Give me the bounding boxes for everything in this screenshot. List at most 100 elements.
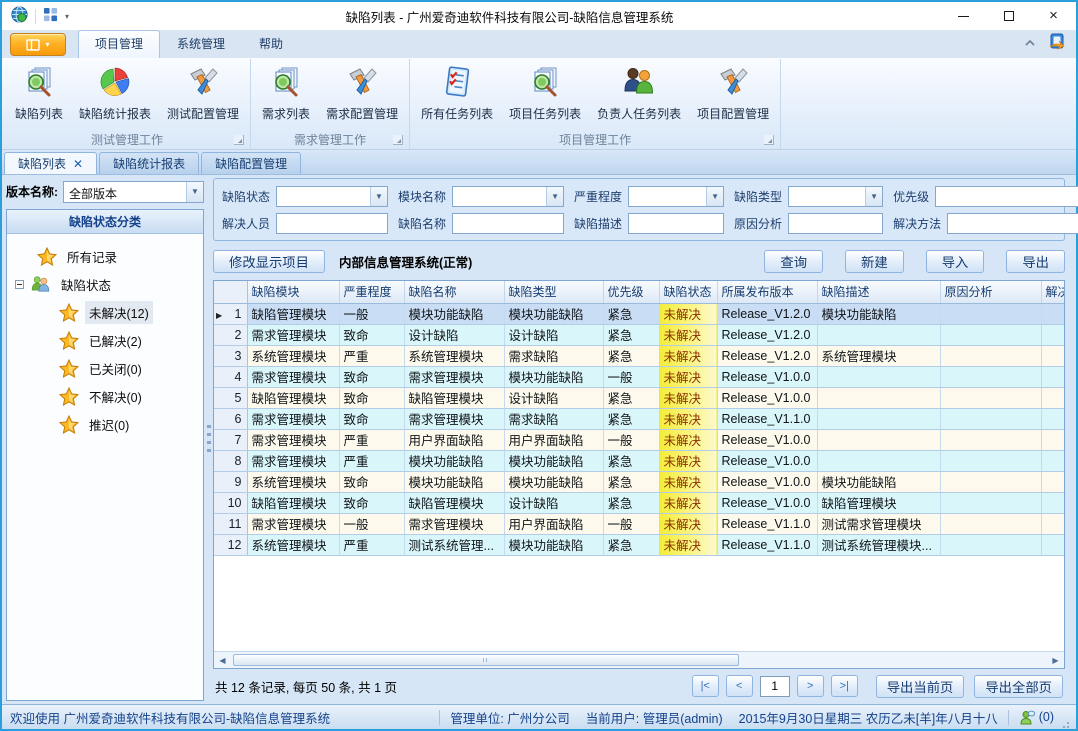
- table-row[interactable]: 3系统管理模块严重系统管理模块需求缺陷紧急未解决Release_V1.2.0系统…: [214, 345, 1065, 366]
- cell[interactable]: Release_V1.2.0: [717, 324, 817, 345]
- cell[interactable]: 测试系统管理...: [404, 534, 504, 555]
- table-row[interactable]: 12系统管理模块严重测试系统管理...模块功能缺陷紧急未解决Release_V1…: [214, 534, 1065, 555]
- cell[interactable]: [817, 429, 940, 450]
- 原因分析-field[interactable]: [788, 213, 883, 234]
- cell[interactable]: 系统管理模块: [247, 534, 339, 555]
- cell[interactable]: 紧急: [603, 303, 659, 324]
- minimize-button[interactable]: [941, 2, 986, 30]
- cell[interactable]: 模块功能缺陷: [504, 471, 603, 492]
- quick-access-grid-icon[interactable]: [43, 7, 58, 25]
- row-number-cell[interactable]: 10: [214, 492, 247, 513]
- cell[interactable]: 系统管理模块: [817, 345, 940, 366]
- horizontal-scrollbar[interactable]: ◀ ▶: [214, 651, 1064, 668]
- cell[interactable]: Release_V1.1.0: [717, 534, 817, 555]
- cell[interactable]: Release_V1.0.0: [717, 450, 817, 471]
- cell[interactable]: 紧急: [603, 387, 659, 408]
- document-tab-3[interactable]: 缺陷配置管理: [201, 152, 301, 174]
- row-number-cell[interactable]: 8: [214, 450, 247, 471]
- table-row[interactable]: 4需求管理模块致命需求管理模块模块功能缺陷一般未解决Release_V1.0.0: [214, 366, 1065, 387]
- cell[interactable]: 设计缺陷: [404, 324, 504, 345]
- cell[interactable]: 需求管理模块: [247, 324, 339, 345]
- column-header-5[interactable]: 优先级: [603, 281, 659, 303]
- cell[interactable]: 未解决: [659, 450, 717, 471]
- ribbon-button-2-2[interactable]: 需求配置管理: [318, 63, 406, 123]
- cell[interactable]: 需求缺陷: [504, 408, 603, 429]
- column-header-6[interactable]: 缺陷状态: [659, 281, 717, 303]
- ribbon-help-icon[interactable]: [1048, 33, 1066, 53]
- table-row[interactable]: 8需求管理模块严重模块功能缺陷模块功能缺陷紧急未解决Release_V1.0.0: [214, 450, 1065, 471]
- row-number-cell[interactable]: ▶1: [214, 303, 247, 324]
- cell[interactable]: 未解决: [659, 429, 717, 450]
- cell[interactable]: 设计缺陷: [504, 492, 603, 513]
- cell[interactable]: 紧急: [603, 345, 659, 366]
- filter-value-input[interactable]: [453, 214, 563, 233]
- cell[interactable]: 缺陷管理模块: [404, 387, 504, 408]
- query-button[interactable]: 查询: [764, 250, 823, 273]
- cell[interactable]: [1041, 345, 1065, 366]
- cell[interactable]: 紧急: [603, 534, 659, 555]
- tab-close-icon[interactable]: ✕: [73, 159, 83, 169]
- export-button[interactable]: 导出: [1006, 250, 1065, 273]
- cell[interactable]: 未解决: [659, 471, 717, 492]
- column-header-9[interactable]: 原因分析: [940, 281, 1041, 303]
- cell[interactable]: [940, 534, 1041, 555]
- scroll-left-icon[interactable]: ◀: [214, 652, 231, 668]
- 缺陷类型-field[interactable]: ▼: [788, 186, 883, 207]
- column-header-8[interactable]: 缺陷描述: [817, 281, 940, 303]
- cell[interactable]: Release_V1.1.0: [717, 513, 817, 534]
- cell[interactable]: [940, 471, 1041, 492]
- filter-value-input[interactable]: [789, 214, 882, 233]
- cell[interactable]: 未解决: [659, 534, 717, 555]
- cell[interactable]: [817, 450, 940, 471]
- ribbon-button-3-2[interactable]: 项目任务列表: [501, 63, 589, 123]
- row-number-cell[interactable]: 9: [214, 471, 247, 492]
- maximize-button[interactable]: [986, 2, 1031, 30]
- cell[interactable]: 致命: [339, 492, 404, 513]
- ribbon-tab-1[interactable]: 项目管理: [78, 30, 160, 58]
- tree-item-6[interactable]: 不解决(0): [13, 382, 201, 410]
- cell[interactable]: Release_V1.0.0: [717, 366, 817, 387]
- quick-access-dropdown-icon[interactable]: ▾: [65, 12, 69, 21]
- cell[interactable]: 设计缺陷: [504, 324, 603, 345]
- next-page-button[interactable]: >: [797, 675, 824, 697]
- dropdown-arrow-icon[interactable]: ▼: [865, 187, 882, 206]
- cell[interactable]: 用户界面缺陷: [504, 429, 603, 450]
- cell[interactable]: [940, 492, 1041, 513]
- column-header-1[interactable]: 缺陷模块: [247, 281, 339, 303]
- 缺陷名称-field[interactable]: [452, 213, 564, 234]
- cell[interactable]: Release_V1.2.0: [717, 303, 817, 324]
- document-tab-2[interactable]: 缺陷统计报表: [99, 152, 199, 174]
- cell[interactable]: 紧急: [603, 450, 659, 471]
- tree-item-3[interactable]: 未解决(12): [13, 298, 201, 326]
- cell[interactable]: 系统管理模块: [247, 345, 339, 366]
- dialog-launcher-icon[interactable]: [764, 135, 774, 145]
- dialog-launcher-icon[interactable]: [393, 135, 403, 145]
- cell[interactable]: 模块功能缺陷: [404, 450, 504, 471]
- cell[interactable]: 致命: [339, 366, 404, 387]
- cell[interactable]: 需求缺陷: [504, 345, 603, 366]
- message-badge[interactable]: (0): [1019, 710, 1054, 725]
- ribbon-button-2-1[interactable]: 需求列表: [254, 63, 318, 123]
- table-row[interactable]: ▶1缺陷管理模块一般模块功能缺陷模块功能缺陷紧急未解决Release_V1.2.…: [214, 303, 1065, 324]
- cell[interactable]: 模块功能缺陷: [817, 471, 940, 492]
- cell[interactable]: [1041, 429, 1065, 450]
- row-number-cell[interactable]: 6: [214, 408, 247, 429]
- cell[interactable]: [1041, 471, 1065, 492]
- table-row[interactable]: 11需求管理模块一般需求管理模块用户界面缺陷一般未解决Release_V1.1.…: [214, 513, 1065, 534]
- table-row[interactable]: 2需求管理模块致命设计缺陷设计缺陷紧急未解决Release_V1.2.0: [214, 324, 1065, 345]
- cell[interactable]: 严重: [339, 429, 404, 450]
- cell[interactable]: 致命: [339, 387, 404, 408]
- cell[interactable]: 模块功能缺陷: [404, 471, 504, 492]
- cell[interactable]: 一般: [339, 513, 404, 534]
- cell[interactable]: 未解决: [659, 513, 717, 534]
- cell[interactable]: 紧急: [603, 492, 659, 513]
- filter-value-input[interactable]: [948, 214, 1078, 233]
- tree-item-5[interactable]: 已关闭(0): [13, 354, 201, 382]
- version-combobox[interactable]: 全部版本 ▼: [63, 181, 204, 203]
- cell[interactable]: 需求管理模块: [404, 513, 504, 534]
- 解决方法-field[interactable]: [947, 213, 1078, 234]
- filter-value-input[interactable]: [789, 187, 865, 206]
- tree-item-7[interactable]: 推迟(0): [13, 410, 201, 438]
- dropdown-arrow-icon[interactable]: ▼: [370, 187, 387, 206]
- cell[interactable]: [817, 366, 940, 387]
